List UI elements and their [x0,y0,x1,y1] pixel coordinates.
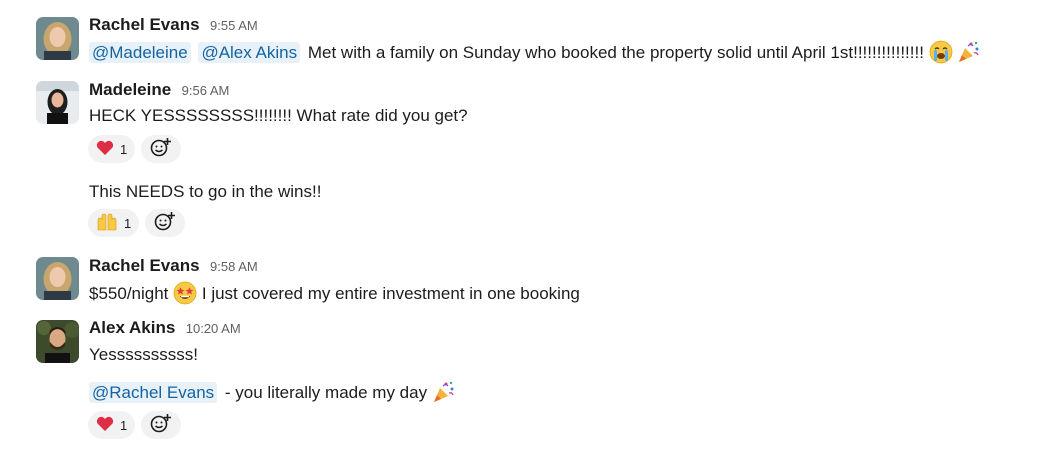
raised-hands-icon [96,212,118,235]
avatar-madeleine[interactable] [36,81,79,124]
add-emoji-icon [154,211,176,236]
party-popper-emoji-icon [432,380,456,404]
author-name[interactable]: Rachel Evans [89,256,200,275]
mention-rachel-evans[interactable]: @Rachel Evans [89,382,218,403]
party-popper-emoji-icon [957,40,981,64]
reaction-heart[interactable]: 1 [88,411,136,439]
add-emoji-icon [150,137,172,162]
avatar-alex[interactable] [36,320,79,363]
add-emoji-icon [150,413,172,438]
author-name[interactable]: Alex Akins [89,318,175,337]
loudly-crying-emoji-icon [929,40,953,64]
author-name[interactable]: Rachel Evans [89,15,200,34]
message-text: Yessssssssss! [89,345,198,364]
reaction-heart[interactable]: 1 [88,135,136,163]
reaction-count: 1 [120,417,128,433]
add-reaction-button[interactable] [141,411,182,439]
followup-text: This NEEDS to go in the wins!! [89,182,322,201]
timestamp[interactable]: 9:58 AM [210,259,258,274]
star-struck-emoji-icon [173,281,197,305]
reaction-count: 1 [120,141,128,157]
message-text-after: I just covered my entire investment in o… [201,284,580,303]
message-text: Met with a family on Sunday who booked t… [307,43,924,62]
mention-alex-akins[interactable]: @Alex Akins [198,42,301,63]
avatar-rachel[interactable] [36,17,79,60]
heart-icon [96,416,114,435]
message-text: HECK YESSSSSSSS!!!!!!!! What rate did yo… [89,106,468,125]
timestamp[interactable]: 10:20 AM [186,321,241,336]
message-text-before: $550/night [89,284,169,303]
timestamp[interactable]: 9:55 AM [210,18,258,33]
reaction-count: 1 [124,215,132,231]
avatar-rachel[interactable] [36,257,79,300]
add-reaction-button[interactable] [141,135,182,163]
mention-madeleine[interactable]: @Madeleine [89,42,191,63]
add-reaction-button[interactable] [145,209,186,237]
followup-text: - you literally made my day [224,383,428,402]
author-name[interactable]: Madeleine [89,80,171,99]
timestamp[interactable]: 9:56 AM [182,83,230,98]
reaction-raised-hands[interactable]: 1 [88,209,140,237]
heart-icon [96,140,114,159]
